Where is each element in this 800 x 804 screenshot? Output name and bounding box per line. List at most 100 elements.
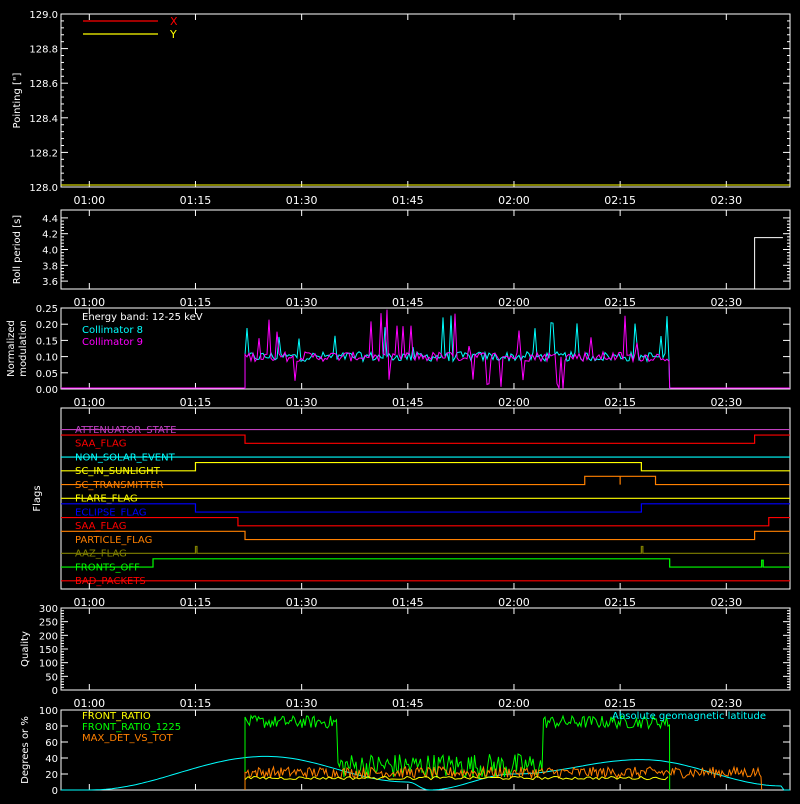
max-det-vs-tot-trace — [244, 765, 763, 791]
time-tick-label: 02:15 — [604, 194, 636, 207]
time-tick-label: 01:00 — [73, 697, 105, 710]
y-tick-label: 3.6 — [42, 277, 58, 288]
flag-label-fronts-off: FRONTS_OFF — [75, 562, 140, 573]
flag-label-flare-flag: FLARE_FLAG — [75, 494, 138, 505]
time-tick-label: 02:00 — [498, 396, 530, 409]
observing-summary-figure: 128.0 128.2 128.4 128.6 128.8 129.0 Pointing [… — [0, 0, 800, 800]
time-tick-label: 01:45 — [392, 194, 424, 207]
y-tick-label: 0.10 — [36, 353, 58, 364]
y-tick-label: 100 — [39, 659, 58, 670]
time-tick-label: 02:30 — [710, 697, 742, 710]
time-tick-label: 02:00 — [498, 697, 530, 710]
time-tick-label: 02:30 — [710, 296, 742, 309]
flag-trace-sc-transmitter — [61, 475, 790, 486]
flag-trace-fronts-off — [61, 558, 790, 568]
time-tick-label: 01:00 — [73, 596, 105, 609]
time-tick-label: 01:15 — [180, 396, 212, 409]
time-tick-label: 01:30 — [286, 296, 318, 309]
roll-period-panel — [60, 209, 791, 290]
time-tick-label: 02:15 — [604, 596, 636, 609]
time-tick-label: 01:45 — [392, 596, 424, 609]
y-axis-label: Roll period [s] — [12, 215, 23, 284]
time-tick-label: 01:30 — [286, 697, 318, 710]
y-tick-label: 20 — [45, 770, 58, 781]
y-tick-label: 128.8 — [29, 45, 58, 56]
y-tick-label: 4.0 — [42, 246, 58, 257]
flag-label-sc-transmitter: SC_TRANSMITTER — [75, 480, 164, 491]
y-tick-label: 128.0 — [29, 183, 58, 194]
y-tick-label: 60 — [45, 738, 58, 749]
flag-trace-aaz-flag — [61, 545, 790, 554]
legend-label-x: X — [170, 15, 178, 28]
y-tick-label: 200 — [39, 631, 58, 642]
y-tick-label: 129.0 — [29, 10, 58, 21]
y-axis-label-line1: Normalized — [6, 320, 17, 377]
roll-period-trace — [754, 237, 783, 289]
flag-label-saa-flag: SAA_FLAG — [75, 521, 126, 532]
time-tick-label: 02:00 — [498, 194, 530, 207]
flag-label-non-solar-event: NON_SOLAR_EVENT — [75, 452, 176, 463]
flag-trace-eclipse-flag — [61, 503, 790, 513]
y-tick-label: 4.4 — [42, 214, 58, 225]
time-tick-label: 01:15 — [180, 296, 212, 309]
flag-label-attenuator-state: ATTENUATOR_STATE — [75, 425, 176, 436]
y-tick-label: 0.20 — [36, 320, 58, 331]
time-tick-label: 02:15 — [604, 296, 636, 309]
energy-band-annotation: Energy band: 12-25 keV — [82, 312, 203, 323]
y-axis-label: Flags — [32, 485, 43, 511]
time-tick-label: 01:00 — [73, 296, 105, 309]
legend-label-ratio: FRONT_RATIO — [82, 711, 151, 722]
y-tick-label: 0.05 — [36, 369, 58, 380]
time-tick-label: 02:00 — [498, 296, 530, 309]
y-tick-label: 128.4 — [29, 114, 58, 125]
y-tick-label: 300 — [39, 604, 58, 615]
time-tick-label: 01:15 — [180, 697, 212, 710]
flag-label-bad-packets: BAD_PACKETS — [75, 576, 146, 587]
time-tick-label: 02:30 — [710, 194, 742, 207]
time-tick-label: 01:45 — [392, 396, 424, 409]
time-tick-label: 02:15 — [604, 697, 636, 710]
flag-label-aaz-flag: AAZ_FLAG — [75, 549, 127, 560]
flag-trace-saa-flag-2 — [61, 434, 790, 444]
y-tick-label: 4.2 — [42, 230, 58, 241]
time-tick-label: 02:30 — [710, 396, 742, 409]
y-tick-label: 3.8 — [42, 261, 58, 272]
modulation-trace-collimator-8 — [244, 315, 671, 390]
y-axis-label-line2: modulation — [18, 320, 29, 377]
y-tick-label: 80 — [45, 722, 58, 733]
flag-trace-sc-in-sunlight — [61, 461, 790, 472]
time-tick-label: 01:30 — [286, 396, 318, 409]
y-axis-label: Degrees or % — [20, 716, 31, 784]
y-tick-label: 0 — [52, 786, 58, 797]
time-tick-label: 01:00 — [73, 396, 105, 409]
flag-trace-particle-flag — [61, 530, 790, 541]
y-tick-label: 100 — [39, 706, 58, 717]
legend-label-ratio: FRONT_RATIO_1225 — [82, 722, 181, 733]
y-tick-label: 40 — [45, 754, 58, 765]
flag-label-sc-in-sunlight: SC_IN_SUNLIGHT — [75, 466, 161, 477]
time-tick-label: 02:30 — [710, 596, 742, 609]
modulation-trace-collimator-9 — [244, 309, 671, 390]
y-tick-label: 0.00 — [36, 385, 58, 396]
y-axis-label: Quality — [20, 631, 31, 667]
y-tick-label: 0 — [52, 686, 58, 697]
y-tick-label: 128.6 — [29, 79, 58, 90]
y-tick-label: 50 — [45, 672, 58, 683]
legend-label-collimator: Collimator 8 — [82, 325, 143, 336]
legend-label-ratio: MAX_DET_VS_TOT — [82, 733, 174, 744]
y-tick-label: 0.25 — [36, 304, 58, 315]
quality-panel — [60, 607, 791, 691]
y-tick-label: 128.2 — [29, 148, 58, 159]
time-tick-label: 01:30 — [286, 596, 318, 609]
flag-label-saa-flag-2: SAA_FLAG — [75, 439, 126, 450]
time-tick-label: 01:45 — [392, 697, 424, 710]
flag-label-particle-flag: PARTICLE_FLAG — [75, 535, 152, 546]
y-axis-label: Pointing ["] — [12, 72, 23, 128]
legend-label-geomagnetic: Absolute geomagnetic latitude — [612, 711, 766, 722]
time-tick-label: 01:30 — [286, 194, 318, 207]
time-tick-label: 01:00 — [73, 194, 105, 207]
time-tick-label: 02:00 — [498, 596, 530, 609]
legend-label-collimator: Collimator 9 — [82, 337, 143, 348]
y-tick-label: 250 — [39, 618, 58, 629]
flag-trace-saa-flag — [61, 516, 790, 527]
